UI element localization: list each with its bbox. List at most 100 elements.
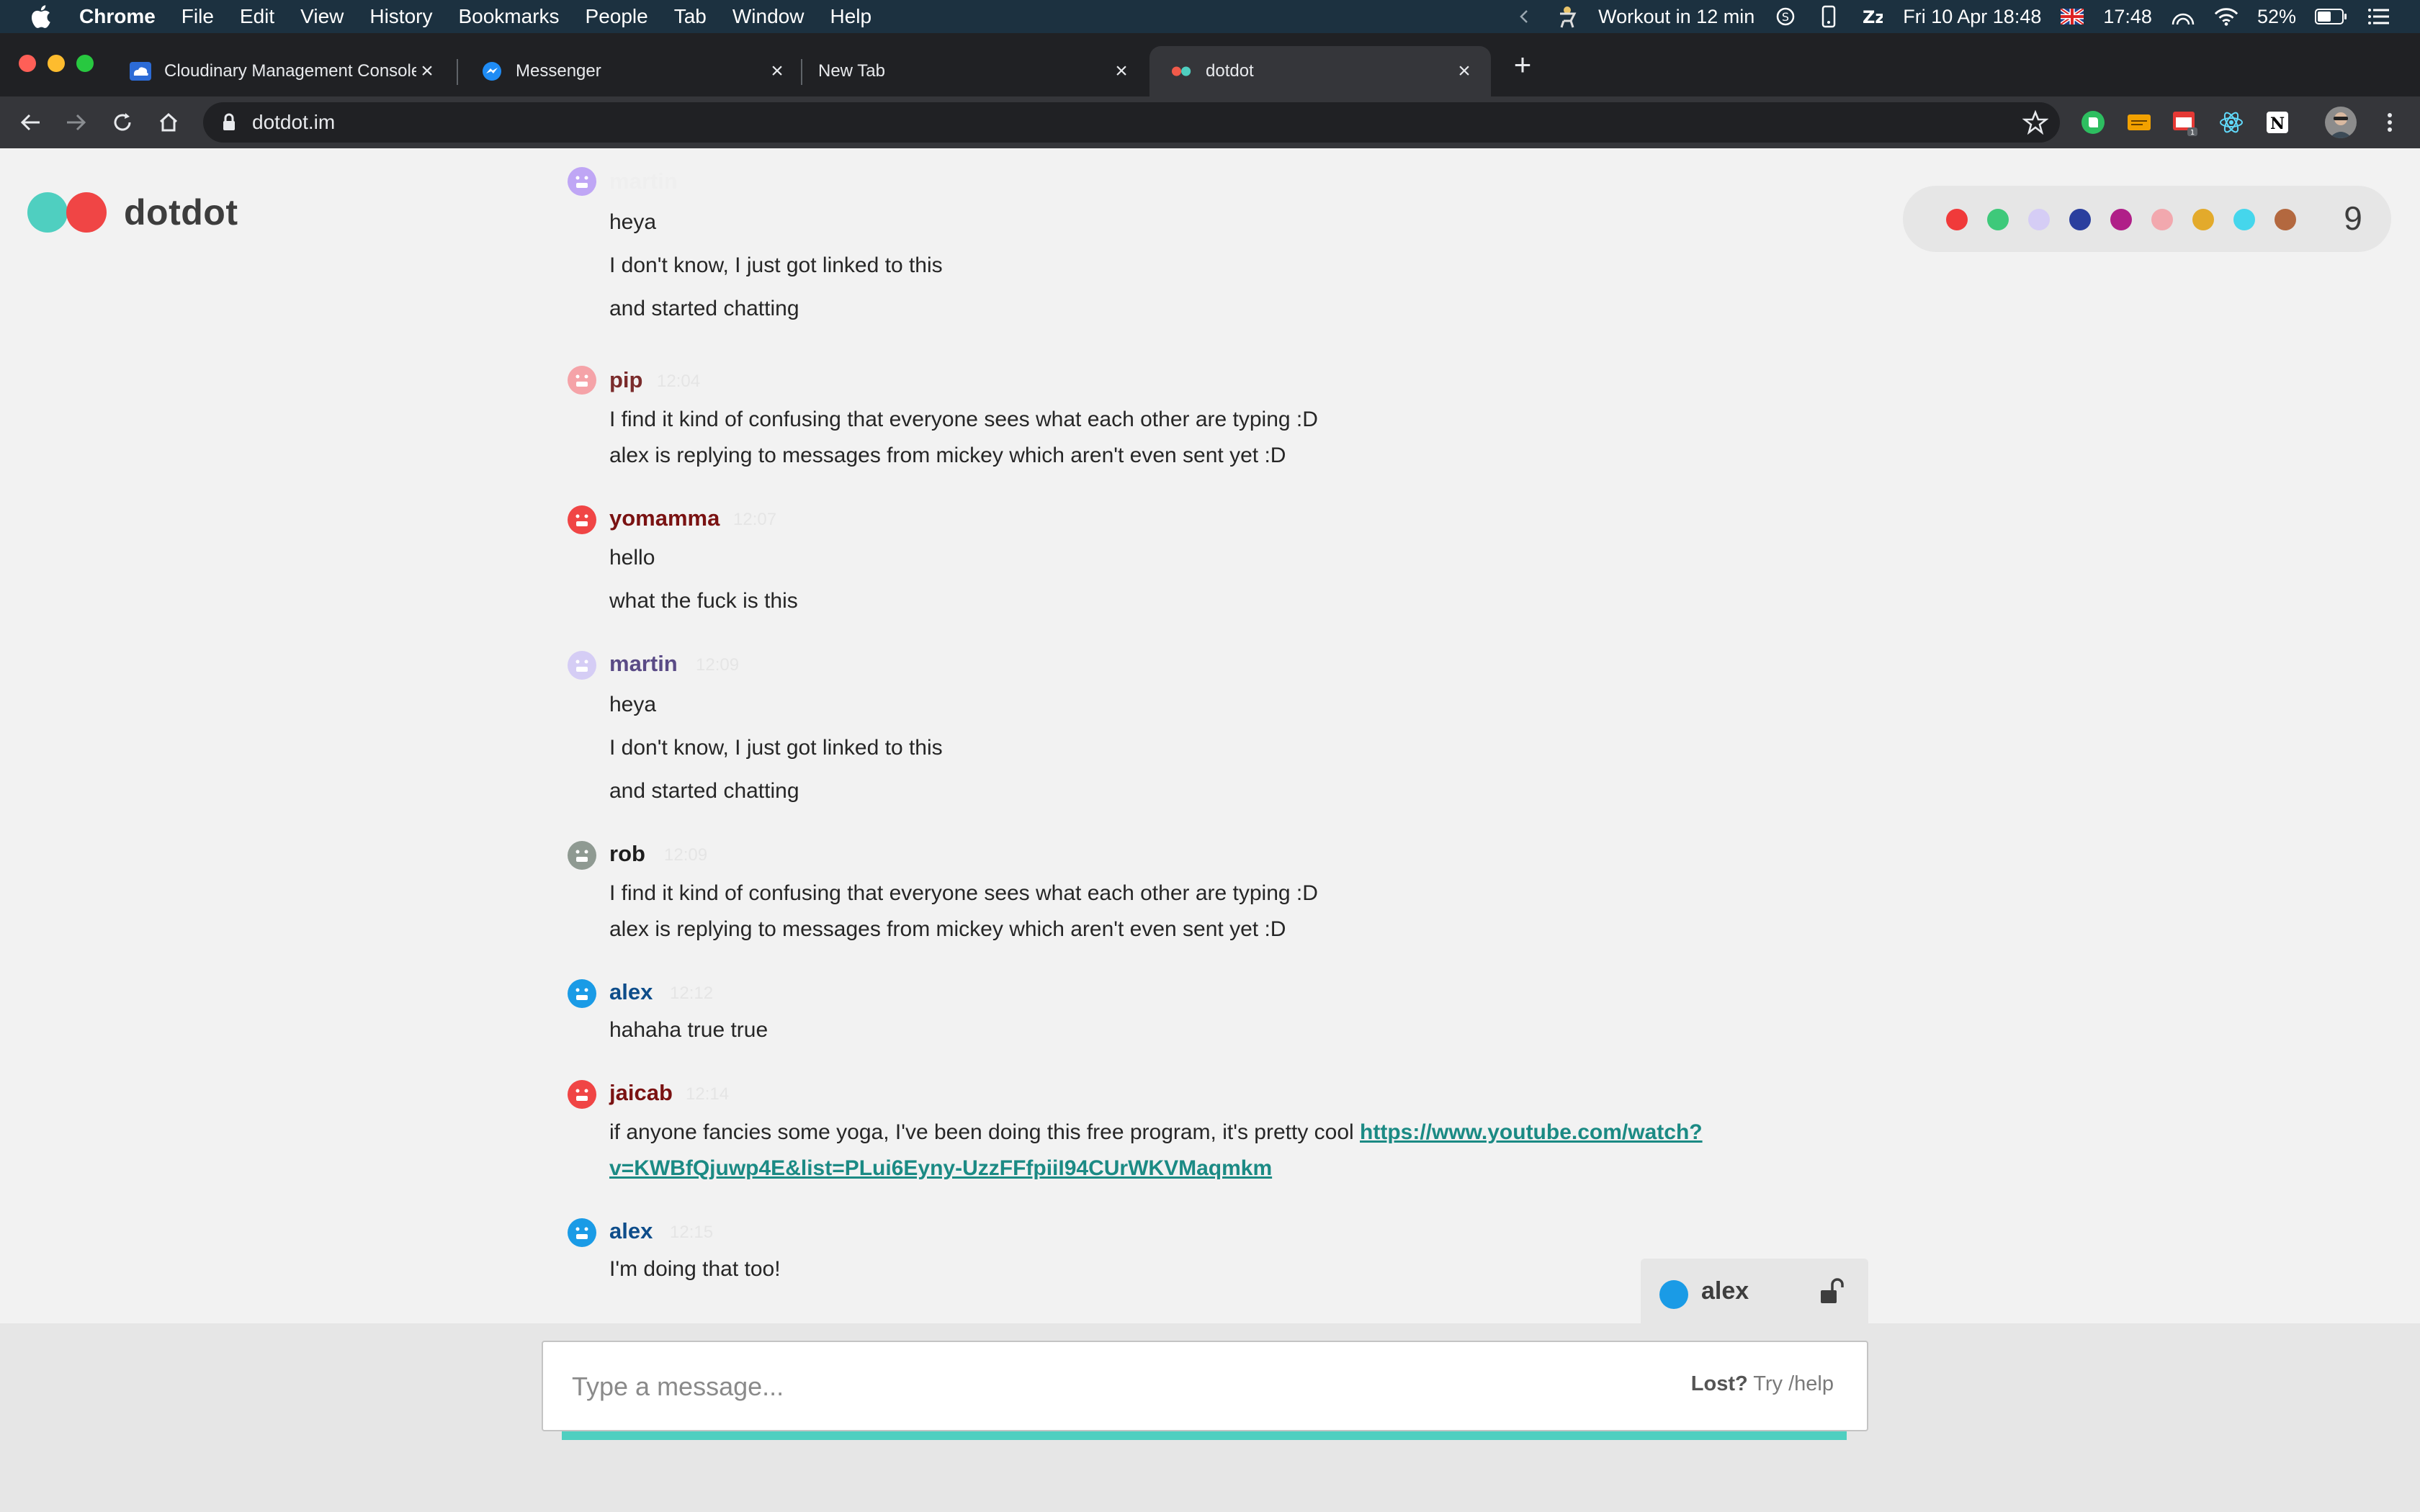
message-author[interactable]: jaicab — [609, 1080, 673, 1106]
apple-menu-icon[interactable] — [26, 2, 55, 31]
message-text: and started chatting — [609, 297, 799, 320]
current-user-name: alex — [1701, 1277, 1749, 1305]
dotdot-icon — [1171, 60, 1193, 82]
message-author[interactable]: martin — [609, 651, 678, 677]
message-text: what the fuck is this — [609, 589, 798, 613]
face-icon — [575, 1089, 588, 1101]
back-button[interactable] — [16, 108, 45, 137]
calendar-extension-icon[interactable]: 1 — [2171, 108, 2200, 137]
tab-close-icon[interactable]: × — [416, 60, 438, 82]
forward-button[interactable] — [62, 108, 91, 137]
window-minimize-button[interactable] — [48, 55, 65, 72]
online-user-dot[interactable] — [2069, 209, 2091, 230]
phone-icon[interactable] — [1816, 4, 1841, 29]
clock-text[interactable]: 17:48 — [2103, 6, 2152, 28]
reminder-text[interactable]: Workout in 12 min — [1598, 6, 1754, 28]
window-zoom-button[interactable] — [76, 55, 94, 72]
message-link[interactable]: https://www.youtube.com/watch? — [1360, 1120, 1703, 1144]
notion-extension-icon[interactable]: N — [2263, 108, 2292, 137]
menu-file[interactable]: File — [182, 5, 214, 28]
new-tab-button[interactable]: + — [1508, 50, 1537, 80]
skype-icon[interactable]: S — [1773, 4, 1798, 29]
message-author[interactable]: yomamma — [609, 505, 720, 531]
messenger-icon — [481, 60, 503, 82]
user-avatar — [568, 651, 596, 680]
uk-flag-icon[interactable] — [2060, 4, 2084, 29]
menu-window[interactable]: Window — [732, 5, 805, 28]
workout-icon[interactable] — [1555, 4, 1579, 29]
message-time: 12:14 — [686, 1084, 730, 1104]
svg-text:N: N — [2270, 114, 2285, 133]
online-user-dot[interactable] — [1987, 209, 2009, 230]
chevron-left-icon[interactable] — [1512, 4, 1536, 29]
menu-edit[interactable]: Edit — [240, 5, 274, 28]
message-time: 12:04 — [657, 372, 701, 391]
online-user-dot[interactable] — [2275, 209, 2296, 230]
message-input[interactable] — [572, 1364, 1580, 1410]
tab-close-icon[interactable]: × — [1453, 60, 1475, 82]
svg-text:S: S — [1782, 10, 1789, 24]
menu-tab[interactable]: Tab — [674, 5, 707, 28]
home-button[interactable] — [154, 108, 183, 137]
tab-new-tab[interactable]: New Tab × — [807, 46, 1148, 96]
current-user-badge[interactable]: alex — [1641, 1259, 1868, 1323]
message-author[interactable]: rob — [609, 841, 645, 867]
message-author[interactable]: alex — [609, 979, 653, 1005]
user-avatar — [568, 979, 596, 1008]
message-time: 12:15 — [670, 1223, 714, 1242]
face-icon — [575, 176, 588, 188]
address-bar[interactable]: dotdot.im — [203, 102, 2060, 143]
message-link[interactable]: v=KWBfQjuwp4E&list=PLui6Eyny-UzzFFfpiiI9… — [609, 1156, 1272, 1180]
battery-icon[interactable] — [2315, 4, 2348, 29]
url-text[interactable]: dotdot.im — [252, 111, 335, 134]
tab-close-icon[interactable]: × — [1111, 60, 1132, 82]
user-avatar — [568, 841, 596, 870]
online-user-dot[interactable] — [2110, 209, 2132, 230]
online-user-dot[interactable] — [2028, 209, 2050, 230]
message-text: hello — [609, 546, 655, 570]
wifi-icon[interactable] — [2214, 4, 2238, 29]
battery-percent[interactable]: 52% — [2257, 6, 2296, 28]
menu-help[interactable]: Help — [830, 5, 871, 28]
menu-chrome[interactable]: Chrome — [79, 5, 156, 28]
message-composer: Lost? Try /help — [542, 1341, 1868, 1431]
tab-cloudinary[interactable]: Cloudinary Management Console × — [108, 46, 454, 96]
message-time: 12:09 — [696, 655, 740, 675]
bookmark-star-icon[interactable] — [2022, 109, 2048, 135]
tab-dotdot[interactable]: dotdot × — [1150, 46, 1491, 96]
control-center-icon[interactable] — [2367, 4, 2391, 29]
chrome-menu-icon[interactable] — [2375, 108, 2404, 137]
online-user-dot[interactable] — [2233, 209, 2255, 230]
date-text[interactable]: Fri 10 Apr 18:48 — [1903, 6, 2041, 28]
message-author[interactable]: alex — [609, 1218, 653, 1244]
online-user-dot[interactable] — [2151, 209, 2173, 230]
message-text-part: if anyone fancies some yoga, I've been d… — [609, 1120, 1361, 1144]
message-author[interactable]: pip — [609, 367, 643, 393]
react-devtools-icon[interactable] — [2217, 108, 2246, 137]
tab-messenger[interactable]: Messenger × — [460, 46, 804, 96]
browser-tab-strip: Cloudinary Management Console × Messenge… — [0, 33, 2420, 96]
profile-avatar[interactable] — [2325, 107, 2357, 138]
app-name: dotdot — [124, 192, 238, 233]
reload-button[interactable] — [108, 108, 137, 137]
message-text: I find it kind of confusing that everyon… — [609, 408, 1318, 431]
activity-icon[interactable] — [2171, 4, 2195, 29]
menu-view[interactable]: View — [300, 5, 344, 28]
dotdot-logo[interactable]: dotdot — [27, 192, 238, 233]
message-author[interactable]: martin — [609, 168, 678, 194]
menu-history[interactable]: History — [369, 5, 432, 28]
unlock-icon[interactable] — [1819, 1277, 1844, 1306]
window-close-button[interactable] — [19, 55, 36, 72]
menu-bookmarks[interactable]: Bookmarks — [458, 5, 559, 28]
online-user-dot[interactable] — [1946, 209, 1968, 230]
extension-orange-icon[interactable] — [2125, 108, 2154, 137]
sleep-icon[interactable]: Zz — [1860, 4, 1884, 29]
menu-people[interactable]: People — [586, 5, 648, 28]
face-icon — [575, 374, 588, 387]
message-text: I'm doing that too! — [609, 1257, 781, 1281]
tab-close-icon[interactable]: × — [766, 60, 788, 82]
message-text: and started chatting — [609, 779, 799, 803]
online-user-dot[interactable] — [2192, 209, 2214, 230]
evernote-extension-icon[interactable] — [2079, 108, 2107, 137]
face-icon — [575, 660, 588, 672]
